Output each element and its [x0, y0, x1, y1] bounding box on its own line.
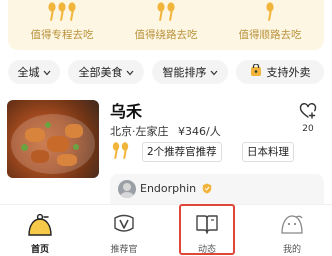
restaurant-price: ¥346/人 — [178, 125, 221, 138]
tab-mine[interactable]: 我的 — [262, 205, 322, 256]
reviewer-name: Endorphin — [140, 182, 212, 197]
chevron-down-icon — [210, 66, 218, 79]
avatar — [118, 180, 136, 198]
review-preview[interactable]: Endorphin — [110, 174, 324, 204]
city-filter-label: 全城 — [17, 66, 40, 79]
category-filter-label: 全部美食 — [78, 66, 123, 79]
recommend-on-the-way-label: 值得顺路去吃 — [238, 29, 302, 41]
profile-face-icon — [262, 211, 322, 237]
heart-plus-icon — [299, 102, 317, 124]
tab-mine-label: 我的 — [282, 245, 301, 255]
sort-filter-label: 智能排序 — [162, 66, 207, 79]
highlight-box — [179, 204, 235, 255]
chevron-down-icon — [126, 66, 134, 79]
restaurant-name: 乌禾 — [110, 102, 143, 121]
category-filter[interactable]: 全部美食 — [68, 60, 144, 84]
tab-recommender-label: 推荐官 — [110, 245, 138, 255]
delivery-filter[interactable]: 支持外卖 — [236, 60, 324, 84]
delivery-bag-icon — [250, 63, 262, 80]
chevron-down-icon — [43, 66, 51, 79]
sort-filter[interactable]: 智能排序 — [152, 60, 228, 84]
recommend-on-the-way[interactable]: 值得顺路去吃 — [220, 0, 320, 50]
double-spoon-icon — [110, 142, 132, 164]
delivery-filter-label: 支持外卖 — [266, 66, 311, 79]
reviewer-name-text: Endorphin — [140, 182, 197, 195]
filter-bar: 全城 全部美食 智能排序 支持外卖 — [8, 60, 324, 86]
recommend-detour-label: 值得绕路去吃 — [134, 29, 198, 41]
recommend-panel: 值得专程去吃 值得绕路去吃 值得顺路去吃 — [8, 0, 324, 50]
bottom-nav: 首页 推荐官 动态 我的 — [0, 204, 332, 256]
restaurant-card[interactable]: 乌禾 北京·左家庄 ¥346/人 20 2个推荐官推荐 日本料理 Endorph… — [0, 96, 332, 204]
favorite-count: 20 — [302, 124, 314, 134]
recommender-badge-icon — [94, 211, 154, 237]
city-filter[interactable]: 全城 — [8, 60, 60, 84]
triple-spoon-icon — [12, 2, 112, 22]
tab-home[interactable]: 首页 — [10, 205, 70, 256]
tab-recommender[interactable]: 推荐官 — [94, 205, 154, 256]
restaurant-photo — [7, 100, 99, 178]
verified-badge-icon — [202, 183, 212, 197]
restaurant-location: 北京·左家庄 — [110, 125, 169, 138]
tab-home-label: 首页 — [30, 245, 49, 255]
restaurant-meta: 北京·左家庄 ¥346/人 — [110, 123, 221, 139]
recommend-destination-label: 值得专程去吃 — [30, 29, 94, 41]
home-icon — [10, 211, 70, 237]
double-spoon-icon — [116, 2, 216, 22]
cuisine-tag[interactable]: 日本料理 — [242, 142, 294, 162]
recommend-detour[interactable]: 值得绕路去吃 — [116, 0, 216, 50]
single-spoon-icon — [220, 2, 320, 22]
recommender-count-tag[interactable]: 2个推荐官推荐 — [142, 142, 222, 162]
recommend-destination[interactable]: 值得专程去吃 — [12, 0, 112, 50]
favorite-button[interactable]: 20 — [292, 98, 324, 138]
